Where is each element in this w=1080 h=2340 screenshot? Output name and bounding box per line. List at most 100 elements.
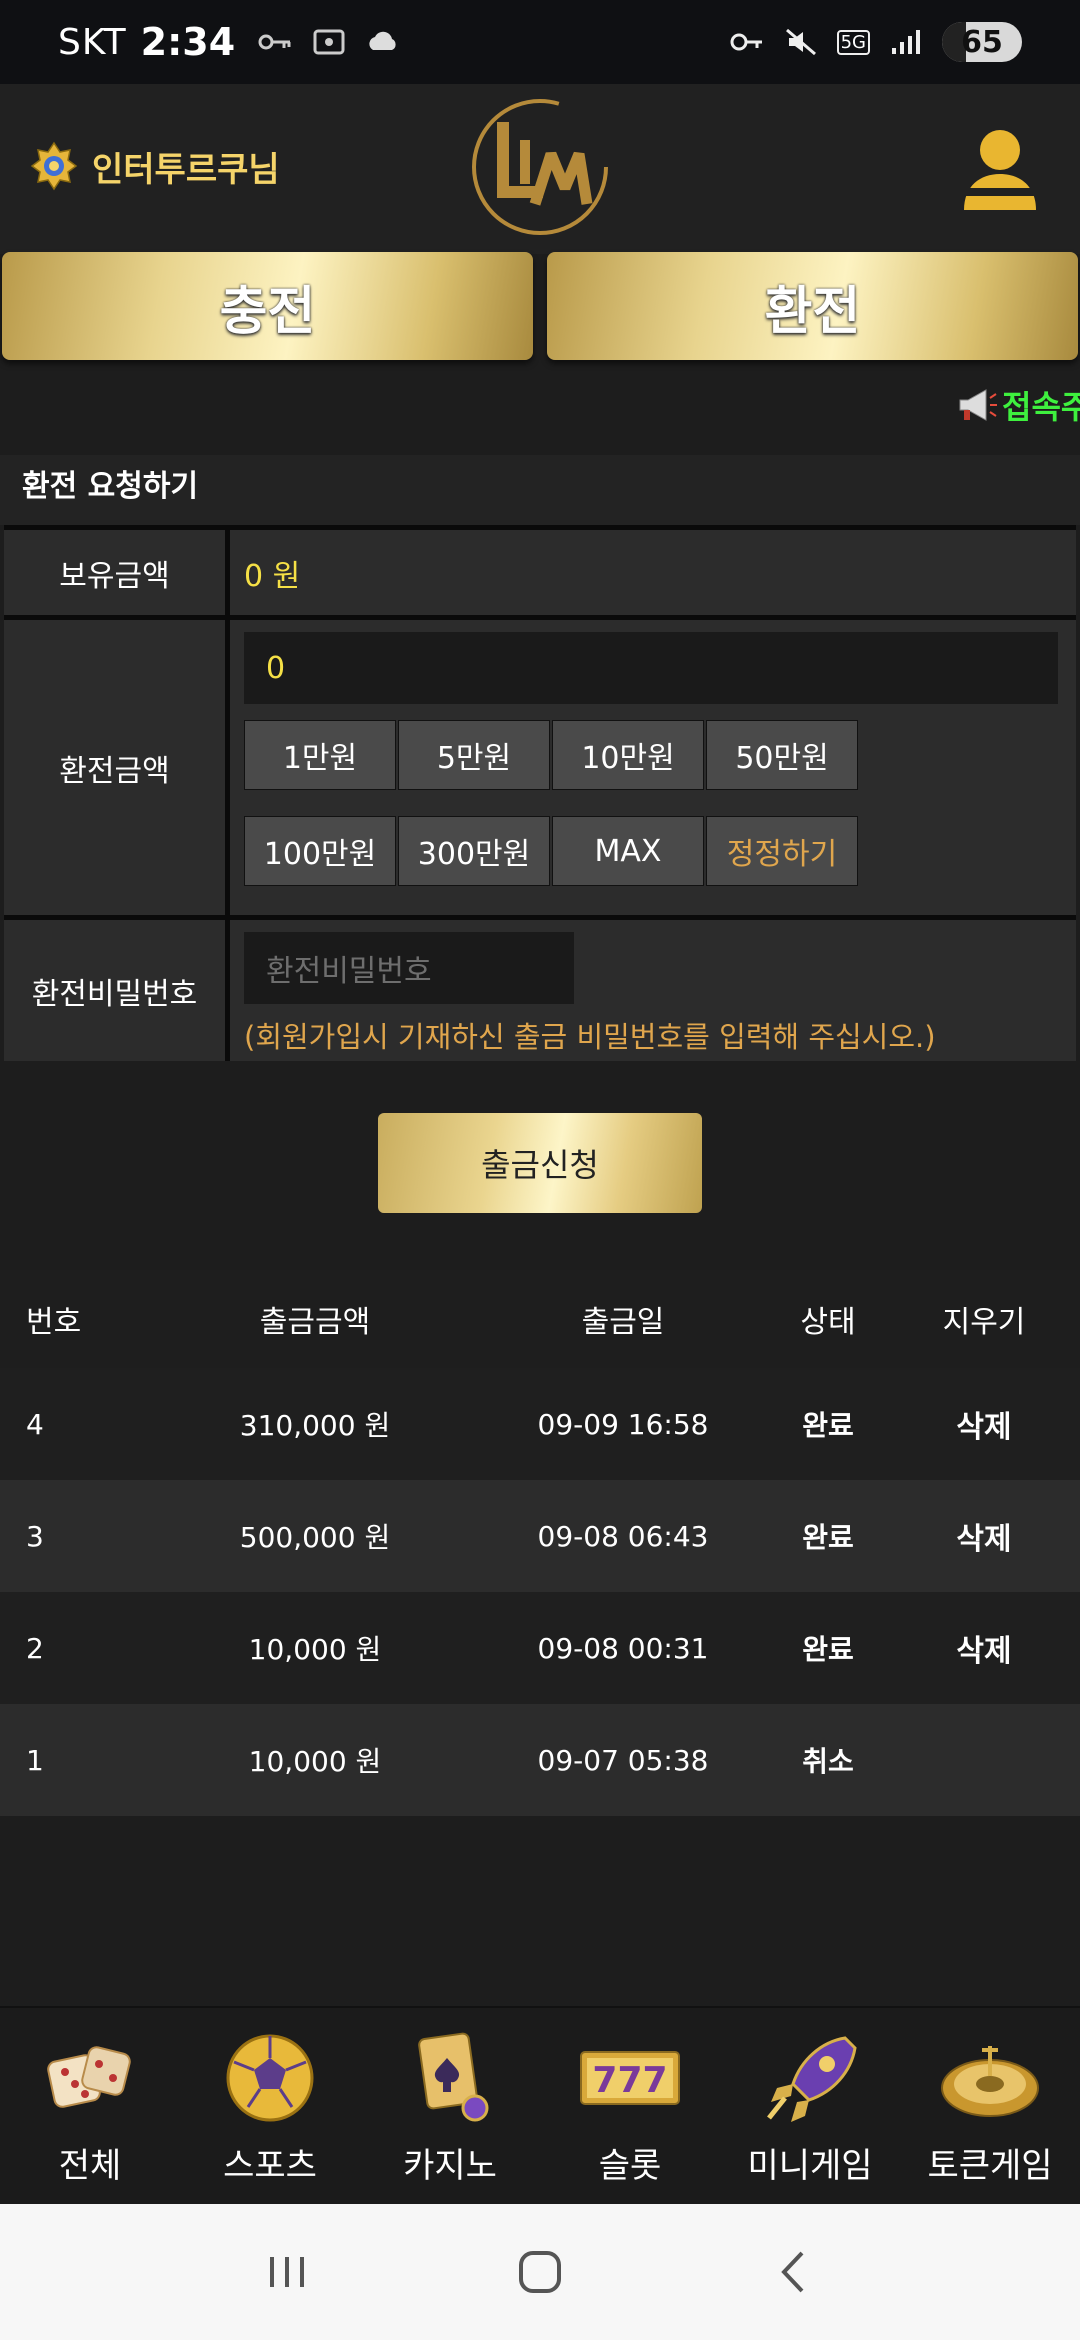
amount-reset-button[interactable]: 정정하기: [706, 816, 858, 886]
password-input[interactable]: 환전비밀번호: [244, 932, 574, 1004]
username: 인터투르쿠님: [92, 149, 280, 190]
submit-withdraw-button[interactable]: 출금신청: [378, 1113, 702, 1213]
recent-apps-icon[interactable]: [252, 2237, 322, 2307]
section-header: 환전 요청하기: [0, 455, 1080, 525]
carrier-label: SKT: [58, 21, 127, 63]
row-date: 09-08 06:43: [537, 1519, 709, 1553]
nav-token-game[interactable]: 토큰게임: [900, 2008, 1080, 2204]
row-date: 09-08 00:31: [537, 1631, 709, 1665]
battery-indicator: 65: [942, 22, 1022, 62]
nav-all[interactable]: 전체: [0, 2008, 180, 2204]
delete-button[interactable]: 삭제: [888, 1514, 1080, 1558]
col-amount: 출금금액: [259, 1305, 371, 1340]
nav-minigame[interactable]: 미니게임: [720, 2008, 900, 2204]
balance-label: 보유금액: [4, 530, 230, 615]
nav-label: 슬롯: [598, 2146, 662, 2186]
clock: 2:34: [140, 20, 236, 64]
section-title: 환전 요청하기: [22, 469, 199, 504]
delete-button[interactable]: 삭제: [888, 1626, 1080, 1670]
user-info[interactable]: 인터투르쿠님: [28, 140, 280, 192]
table-row: 2 10,000 원 09-08 00:31 완료 삭제: [0, 1592, 1080, 1704]
notice-marquee: 접속주: [0, 370, 1080, 440]
balance-row: 보유금액 0 원: [4, 525, 1076, 615]
row-number: 2: [26, 1631, 44, 1665]
table-row: 4 310,000 원 09-09 16:58 완료 삭제: [0, 1368, 1080, 1480]
delete-button[interactable]: 삭제: [888, 1402, 1080, 1446]
nav-casino[interactable]: 카지노: [360, 2008, 540, 2204]
status-bar: SKT 2:34 5G 65: [0, 0, 1080, 84]
nav-label: 토큰게임: [927, 2146, 1053, 2186]
amount-input[interactable]: 0: [244, 632, 1058, 704]
nav-label: 전체: [58, 2146, 122, 2186]
row-amount: 10,000 원: [248, 1633, 382, 1666]
amount-1m-button[interactable]: 100만원: [244, 816, 396, 886]
system-nav-bar: [0, 2204, 1080, 2340]
withdraw-form: 보유금액 0 원 환전금액 0 1만원 5만원 10만원 50만원 100만원 …: [4, 525, 1076, 1061]
balance-value: 0 원: [230, 530, 1076, 615]
deposit-button[interactable]: 충전: [2, 252, 533, 360]
key-icon: [258, 34, 291, 50]
row-number: 3: [26, 1519, 44, 1553]
amount-3m-button[interactable]: 300만원: [398, 816, 550, 886]
site-logo[interactable]: [465, 92, 615, 242]
amount-50k-button[interactable]: 5만원: [398, 720, 550, 790]
megaphone-icon: [959, 389, 997, 421]
nav-label: 카지노: [403, 2146, 497, 2186]
amount-500k-button[interactable]: 50만원: [706, 720, 858, 790]
col-status: 상태: [800, 1305, 856, 1340]
row-status: 완료: [802, 1521, 854, 1554]
vpn-key-icon: [730, 33, 762, 51]
amount-10k-button[interactable]: 1만원: [244, 720, 396, 790]
slot-777-icon: 777: [580, 2051, 680, 2105]
row-amount: 310,000 원: [239, 1409, 391, 1442]
app-header: 인터투르쿠님: [0, 84, 1080, 254]
dice-icon: [47, 2046, 131, 2108]
signal-icon: [892, 30, 920, 54]
amount-button-grid: 1만원 5만원 10만원 50만원 100만원 300만원 MAX 정정하기: [244, 720, 1062, 886]
cloud-icon: [369, 31, 396, 50]
withdraw-history-table: 번호 출금금액 출금일 상태 지우기 4 310,000 원 09-09 16:…: [0, 1270, 1080, 1816]
bottom-nav: 전체 스포츠 카지노 777 슬롯 미니게임 토큰게임: [0, 2006, 1080, 2204]
back-icon[interactable]: [758, 2237, 828, 2307]
svg-text:777: 777: [592, 2060, 667, 2101]
rank-medal-icon: [30, 141, 78, 191]
col-delete: 지우기: [942, 1305, 1026, 1340]
nav-sports[interactable]: 스포츠: [180, 2008, 360, 2204]
row-amount: 10,000 원: [248, 1745, 382, 1778]
row-date: 09-07 05:38: [537, 1743, 709, 1777]
home-icon[interactable]: [505, 2237, 575, 2307]
col-number: 번호: [26, 1305, 82, 1340]
row-amount: 500,000 원: [239, 1521, 391, 1554]
profile-icon[interactable]: [960, 126, 1040, 214]
row-status: 취소: [802, 1745, 854, 1778]
amount-label: 환전금액: [4, 620, 230, 915]
amount-max-button[interactable]: MAX: [552, 816, 704, 886]
row-status: 완료: [802, 1633, 854, 1666]
nav-slot[interactable]: 777 슬롯: [540, 2008, 720, 2204]
password-label: 환전비밀번호: [4, 920, 230, 1061]
table-row: 3 500,000 원 09-08 06:43 완료 삭제: [0, 1480, 1080, 1592]
deposit-withdraw-tabs: 충전 환전: [0, 252, 1080, 362]
password-note: (회원가입시 기재하신 출금 비밀번호를 입력해 주십시오.): [244, 1020, 936, 1054]
rocket-icon: [767, 2036, 857, 2122]
screenshot-icon: [313, 29, 345, 55]
row-status: 완료: [802, 1409, 854, 1442]
mute-icon: [785, 28, 816, 56]
withdraw-button[interactable]: 환전: [547, 252, 1078, 360]
nav-label: 스포츠: [223, 2146, 317, 2186]
row-date: 09-09 16:58: [537, 1407, 709, 1441]
table-row: 1 10,000 원 09-07 05:38 취소: [0, 1704, 1080, 1816]
nav-label: 미니게임: [747, 2146, 873, 2186]
row-number: 4: [26, 1407, 44, 1441]
notice-text: 접속주: [1002, 388, 1080, 426]
password-row: 환전비밀번호 환전비밀번호 (회원가입시 기재하신 출금 비밀번호를 입력해 주…: [4, 915, 1076, 1061]
amount-100k-button[interactable]: 10만원: [552, 720, 704, 790]
soccer-ball-icon: [226, 2034, 314, 2122]
network-label: 5G: [836, 29, 870, 55]
col-date: 출금일: [581, 1305, 665, 1340]
roulette-icon: [941, 2046, 1039, 2117]
amount-row: 환전금액 0 1만원 5만원 10만원 50만원 100만원 300만원 MAX…: [4, 615, 1076, 915]
row-number: 1: [26, 1743, 44, 1777]
playing-cards-icon: [418, 2032, 489, 2122]
table-header: 번호 출금금액 출금일 상태 지우기: [0, 1270, 1080, 1368]
